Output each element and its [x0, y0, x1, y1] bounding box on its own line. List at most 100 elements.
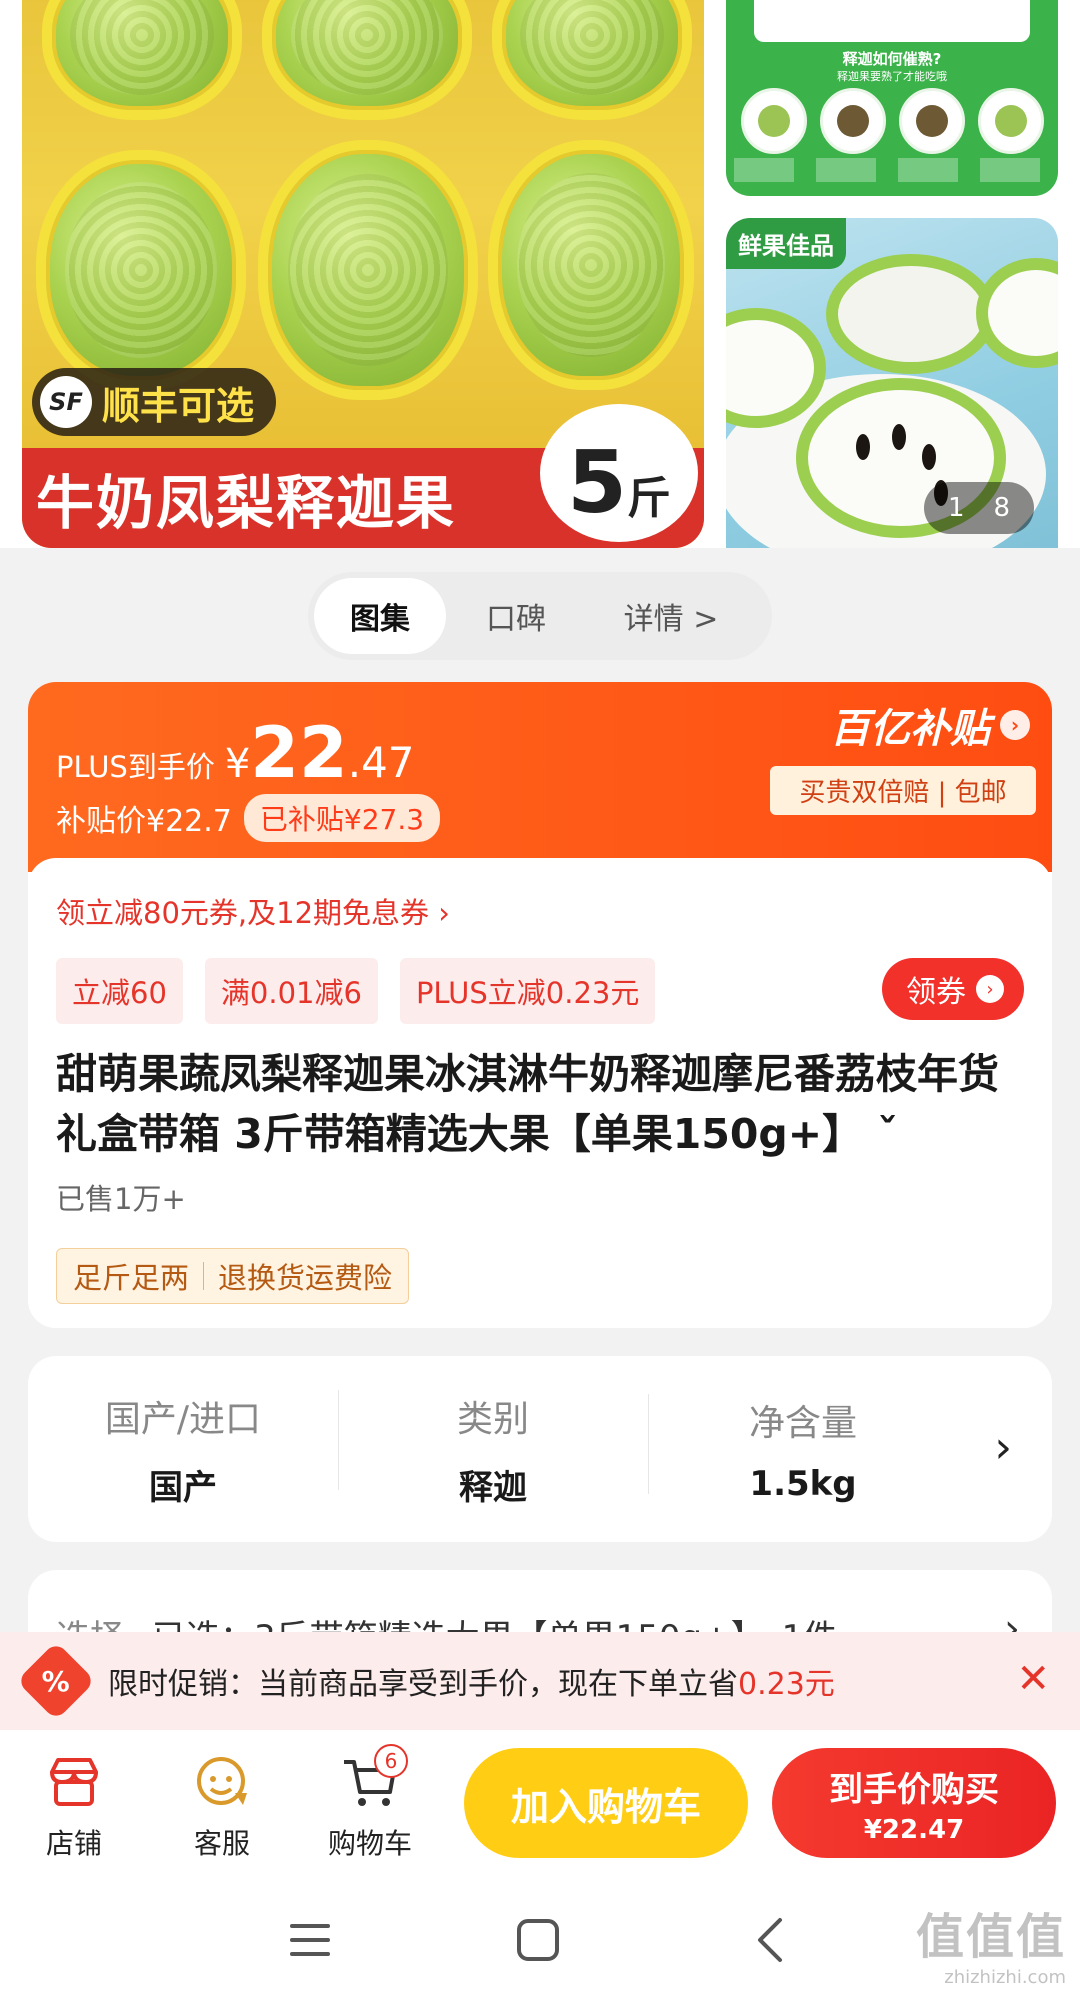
- guide-steps: [734, 88, 1050, 154]
- spec-net-weight: 净含量 1.5kg: [648, 1394, 958, 1504]
- watermark-url: zhizhizhi.com: [944, 1967, 1066, 1988]
- fresh-tag: 鲜果佳品: [726, 218, 846, 269]
- shop-button[interactable]: 店铺: [14, 1750, 134, 1862]
- hero-weight-number: 5: [567, 433, 627, 533]
- add-to-cart-button[interactable]: 加入购物车: [464, 1748, 748, 1858]
- service-badges[interactable]: 足斤足两 退换货运费险: [56, 1248, 410, 1304]
- system-navigation-bar: 值值值 zhizhizhi.com: [0, 1872, 1080, 2002]
- image-counter-current: 1: [948, 493, 965, 523]
- hero-weight-badge: 5 斤: [540, 404, 698, 542]
- cart-icon: 6: [310, 1744, 430, 1814]
- thumbnail-cut-fruit[interactable]: 鲜果佳品 1 8: [726, 218, 1058, 548]
- sold-count: 已售1万+: [56, 1182, 186, 1216]
- divider: [203, 1262, 205, 1290]
- spec-label: 国产/进口: [104, 1398, 262, 1440]
- fruit-image: [42, 0, 242, 120]
- fruit-image: [258, 140, 478, 400]
- chevron-right-icon: ›: [1000, 710, 1030, 740]
- shop-label: 店铺: [45, 1827, 102, 1860]
- cart-label: 购物车: [327, 1827, 412, 1860]
- coupon-chips: 立减60 满0.01减6 PLUS立减0.23元: [56, 958, 656, 1024]
- plus-price: PLUS到手价 ¥ 22 .47: [56, 718, 415, 788]
- discount-icon-text: %: [41, 1664, 71, 1698]
- promo-text: 限时促销：当前商品享受到手价，现在下单立省0.23元: [108, 1659, 835, 1703]
- close-icon[interactable]: ✕: [1016, 1656, 1050, 1702]
- spec-label: 类别: [456, 1398, 529, 1440]
- plus-price-label: PLUS到手价: [56, 750, 215, 784]
- fruit-image: [36, 150, 246, 390]
- shipping-badge: SF 顺丰可选: [32, 368, 277, 436]
- guide-question: 释迦如何催熟?: [842, 50, 942, 68]
- price-integer: 22: [250, 712, 348, 794]
- seed-image: [856, 434, 870, 460]
- hero-image[interactable]: SF 顺丰可选 牛奶凤梨释迦果 5 斤: [22, 0, 704, 548]
- shop-icon: [14, 1750, 134, 1814]
- spec-origin: 国产/进口 国产: [28, 1390, 338, 1509]
- image-counter: 1 8: [924, 482, 1034, 534]
- promo-message: 限时促销：当前商品享受到手价，现在下单立省: [108, 1667, 738, 1702]
- billion-subsidy-title: 百亿补贴 ›: [770, 696, 1036, 754]
- guide-step-image: [819, 88, 886, 154]
- home-icon[interactable]: [508, 1912, 568, 1968]
- guide-paper: [754, 0, 1030, 42]
- fruit-half-image: [976, 258, 1058, 368]
- thumbnail-ripening-guide[interactable]: 释迦如何催熟? 释迦果要熟了才能吃哦: [726, 0, 1058, 196]
- product-info: 领立减80元券,及12期免息券 › 立减60 满0.01减6 PLUS立减0.2…: [28, 858, 1052, 1328]
- product-title[interactable]: 甜萌果蔬凤梨释迦果冰淇淋牛奶释迦摩尼番荔枝年货礼盒带箱 3斤带箱精选大果【单果1…: [56, 1044, 1026, 1164]
- promo-banner: % 限时促销：当前商品享受到手价，现在下单立省0.23元 ✕: [0, 1632, 1080, 1730]
- coupon-chip[interactable]: 立减60: [56, 958, 183, 1024]
- coupon-chip[interactable]: 满0.01减6: [204, 958, 378, 1024]
- price-header: PLUS到手价 ¥ 22 .47 补贴价¥22.7 已补贴¥27.3 百亿补贴 …: [28, 682, 1052, 872]
- promo-savings: 0.23元: [738, 1667, 835, 1702]
- watermark-logo: 值值值: [915, 1909, 1066, 1965]
- customer-service-icon: [162, 1750, 282, 1814]
- guide-step-image: [898, 88, 965, 154]
- buy-now-button[interactable]: 到手价购买 ¥22.47: [772, 1748, 1056, 1858]
- cart-count-badge: 6: [374, 1744, 408, 1778]
- menu-icon[interactable]: [280, 1912, 340, 1968]
- chevron-right-icon: ›: [976, 975, 1004, 1003]
- price-card: PLUS到手价 ¥ 22 .47 补贴价¥22.7 已补贴¥27.3 百亿补贴 …: [28, 682, 1052, 1328]
- subsidy-price: 补贴价¥22.7: [56, 804, 232, 839]
- guide-captions: [734, 158, 1050, 182]
- product-gallery[interactable]: SF 顺丰可选 牛奶凤梨释迦果 5 斤 释迦如何催熟? 释迦果要熟了才能吃哦 鲜…: [0, 0, 1080, 548]
- billion-subsidy-guarantee: 买贵双倍赔 | 包邮: [770, 766, 1036, 815]
- watermark: 值值值 zhizhizhi.com: [916, 1897, 1066, 1988]
- get-coupon-label: 领券: [906, 975, 966, 1010]
- coupon-offer-link[interactable]: 领立减80元券,及12期免息券 ›: [56, 890, 450, 932]
- back-icon[interactable]: [740, 1912, 800, 1968]
- bottom-action-bar: 店铺 客服 6 购物车 加入购物车 到手价购买 ¥22.47: [0, 1730, 1080, 1872]
- cart-button[interactable]: 6 购物车: [310, 1744, 430, 1862]
- gallery-tabs: 图集 口碑 详情 >: [308, 572, 772, 660]
- spec-label: 净含量: [748, 1403, 857, 1444]
- spec-value: 1.5kg: [749, 1464, 857, 1504]
- image-counter-total: 8: [993, 493, 1010, 523]
- spec-category: 类别 释迦: [338, 1389, 648, 1509]
- tab-reviews[interactable]: 口碑: [446, 578, 586, 654]
- guide-step-image: [977, 88, 1044, 154]
- seed-image: [922, 444, 936, 470]
- fruit-half-image: [826, 254, 996, 374]
- guide-step-image: [740, 88, 807, 154]
- chevron-right-icon[interactable]: ›: [994, 1422, 1012, 1473]
- hero-weight-unit: 斤: [626, 473, 671, 524]
- buy-now-label: 到手价购买: [829, 1770, 999, 1810]
- spec-value: 释迦: [459, 1467, 527, 1508]
- buy-now-price: ¥22.47: [863, 1815, 965, 1845]
- fruit-image: [488, 140, 694, 390]
- get-coupon-button[interactable]: 领券 ›: [882, 958, 1024, 1020]
- guide-question-sub: 释迦果要熟了才能吃哦: [837, 70, 947, 83]
- subsidy-amount-tag: 已补贴¥27.3: [243, 794, 441, 842]
- service-badge: 足斤足两: [73, 1261, 190, 1295]
- hero-title: 牛奶凤梨释迦果: [36, 469, 457, 537]
- customer-service-button[interactable]: 客服: [162, 1750, 282, 1862]
- fruit-image: [262, 0, 472, 120]
- spec-summary[interactable]: 国产/进口 国产 类别 释迦 净含量 1.5kg ›: [28, 1356, 1052, 1542]
- seed-image: [892, 424, 906, 450]
- billion-subsidy-box[interactable]: 百亿补贴 › 买贵双倍赔 | 包邮: [770, 696, 1036, 832]
- coupon-chip[interactable]: PLUS立减0.23元: [399, 958, 656, 1024]
- tab-details[interactable]: 详情 >: [586, 578, 756, 654]
- spec-value: 国产: [149, 1467, 217, 1508]
- tab-gallery[interactable]: 图集: [314, 578, 446, 654]
- price-decimal: .47: [347, 738, 415, 787]
